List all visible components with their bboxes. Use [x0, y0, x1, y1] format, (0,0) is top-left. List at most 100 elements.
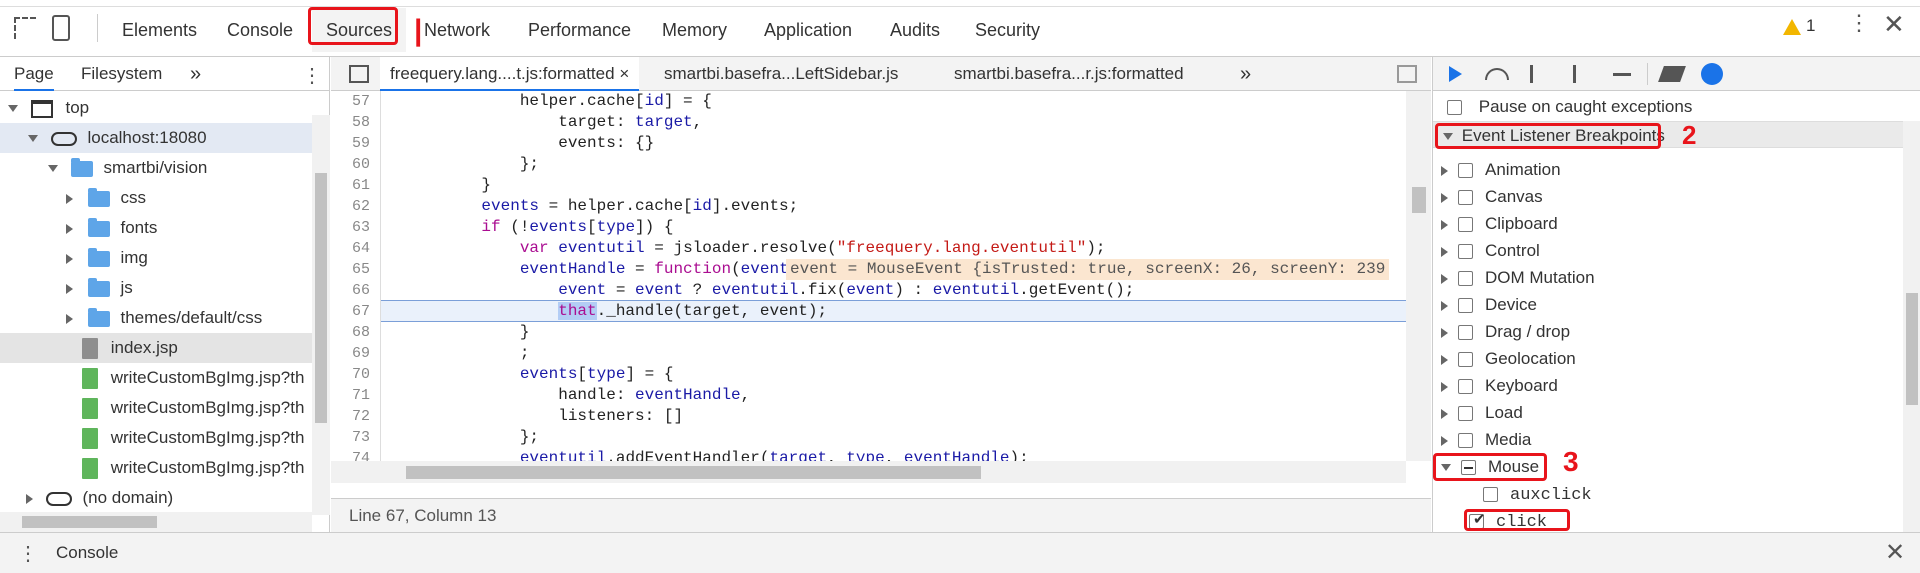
editor-vscrollbar[interactable]	[1406, 91, 1431, 461]
toggle-debugger-icon[interactable]	[1397, 65, 1417, 83]
tab-network[interactable]: Network	[410, 8, 504, 52]
step-over-icon[interactable]	[1485, 68, 1509, 80]
line-number[interactable]: 60	[352, 154, 370, 175]
tree-item-index-jsp[interactable]: index.jsp	[0, 333, 312, 363]
pause-on-exceptions-icon[interactable]	[1701, 63, 1723, 85]
category-keyboard[interactable]: Keyboard	[1433, 372, 1903, 399]
tab-security[interactable]: Security	[961, 8, 1054, 52]
tab-freequery-lang[interactable]: freequery.lang....t.js:formatted ×	[380, 57, 640, 91]
category-checkbox[interactable]	[1458, 244, 1473, 260]
line-number[interactable]: 69	[352, 343, 370, 364]
step-icon[interactable]	[1613, 73, 1631, 76]
tab-page[interactable]: Page	[14, 57, 54, 91]
category-media[interactable]: Media	[1433, 426, 1903, 453]
line-number[interactable]: 62	[352, 196, 370, 217]
close-drawer-icon[interactable]: ✕	[1885, 538, 1905, 567]
scrollbar-thumb[interactable]	[1412, 187, 1426, 213]
navigator-scrollbar[interactable]	[312, 115, 330, 515]
more-tabs-icon[interactable]: »	[190, 57, 201, 91]
line-number[interactable]: 70	[352, 364, 370, 385]
navigator-menu-icon[interactable]: ⋮	[302, 63, 322, 88]
tree-item-js[interactable]: js	[0, 273, 312, 303]
tree-item-file[interactable]: writeCustomBgImg.jsp?th	[0, 423, 312, 453]
step-out-icon[interactable]	[1573, 65, 1576, 83]
line-number[interactable]: 57	[352, 91, 370, 112]
category-control[interactable]: Control	[1433, 237, 1903, 264]
category-load[interactable]: Load	[1433, 399, 1903, 426]
line-number[interactable]: 68	[352, 322, 370, 343]
category-checkbox[interactable]	[1458, 433, 1473, 449]
close-icon[interactable]: ✕	[1883, 9, 1905, 40]
tab-basefra-formatted[interactable]: smartbi.basefra...r.js:formatted	[944, 57, 1194, 91]
tab-console[interactable]: Console	[213, 8, 307, 52]
tree-item-localhost[interactable]: localhost:18080	[0, 123, 312, 153]
event-checkbox[interactable]	[1483, 487, 1498, 503]
category-checkbox[interactable]	[1458, 406, 1473, 422]
category-canvas[interactable]: Canvas	[1433, 183, 1903, 210]
code-area[interactable]: helper.cache[id] = { target: target, eve…	[381, 91, 1406, 483]
warning-count[interactable]: 1	[1806, 16, 1815, 36]
tree-item-file[interactable]: writeCustomBgImg.jsp?th	[0, 453, 312, 483]
line-number[interactable]: 67	[352, 301, 370, 322]
pause-caught-row[interactable]: Pause on caught exceptions	[1433, 93, 1903, 120]
line-number[interactable]: 66	[352, 280, 370, 301]
pause-caught-checkbox[interactable]	[1447, 100, 1462, 116]
line-number[interactable]: 65	[352, 259, 370, 280]
close-tab-icon[interactable]: ×	[619, 64, 629, 83]
resume-icon[interactable]	[1449, 66, 1462, 82]
category-device[interactable]: Device	[1433, 291, 1903, 318]
tab-performance[interactable]: Performance	[514, 8, 645, 52]
category-animation[interactable]: Animation	[1433, 156, 1903, 183]
navigator-hscrollbar[interactable]	[0, 512, 312, 532]
inspect-element-icon[interactable]	[14, 17, 36, 39]
scrollbar-thumb[interactable]	[315, 173, 327, 423]
drawer-menu-icon[interactable]: ⋮	[18, 541, 38, 566]
tree-item-smartbi-vision[interactable]: smartbi/vision	[0, 153, 312, 183]
category-geolocation[interactable]: Geolocation	[1433, 345, 1903, 372]
editor-hscrollbar[interactable]	[331, 461, 1406, 483]
scrollbar-thumb[interactable]	[1906, 293, 1918, 405]
scrollbar-thumb[interactable]	[22, 516, 157, 528]
warning-icon[interactable]	[1783, 19, 1801, 35]
tree-item-fonts[interactable]: fonts	[0, 213, 312, 243]
category-checkbox[interactable]	[1458, 163, 1473, 179]
toggle-navigator-icon[interactable]	[349, 65, 369, 83]
category-checkbox[interactable]	[1458, 271, 1473, 287]
tree-item-file[interactable]: writeCustomBgImg.jsp?th	[0, 363, 312, 393]
line-number[interactable]: 64	[352, 238, 370, 259]
device-toolbar-icon[interactable]	[52, 15, 70, 41]
tree-item-no-domain[interactable]: (no domain)	[0, 483, 312, 513]
tree-item-file[interactable]: writeCustomBgImg.jsp?th	[0, 393, 312, 423]
category-checkbox[interactable]	[1458, 325, 1473, 341]
tab-leftsidebar[interactable]: smartbi.basefra...LeftSidebar.js	[654, 57, 908, 91]
line-number[interactable]: 59	[352, 133, 370, 154]
category-clipboard[interactable]: Clipboard	[1433, 210, 1903, 237]
category-checkbox[interactable]	[1458, 217, 1473, 233]
line-number[interactable]: 71	[352, 385, 370, 406]
debugger-scrollbar[interactable]	[1903, 121, 1920, 532]
tree-item-top[interactable]: top	[0, 93, 312, 123]
event-auxclick[interactable]: auxclick	[1433, 480, 1903, 507]
category-checkbox[interactable]	[1458, 379, 1473, 395]
drawer-console-tab[interactable]: Console	[56, 543, 118, 563]
tree-item-css[interactable]: css	[0, 183, 312, 213]
scrollbar-thumb[interactable]	[406, 466, 981, 479]
tree-item-themes[interactable]: themes/default/css	[0, 303, 312, 333]
category-checkbox[interactable]	[1458, 190, 1473, 206]
tab-filesystem[interactable]: Filesystem	[81, 57, 162, 91]
tab-memory[interactable]: Memory	[648, 8, 741, 52]
tab-elements[interactable]: Elements	[108, 8, 211, 52]
deactivate-breakpoints-icon[interactable]	[1658, 66, 1686, 82]
line-number[interactable]: 73	[352, 427, 370, 448]
line-number[interactable]: 72	[352, 406, 370, 427]
category-drag-drop[interactable]: Drag / drop	[1433, 318, 1903, 345]
line-number[interactable]: 63	[352, 217, 370, 238]
line-number[interactable]: 61	[352, 175, 370, 196]
category-checkbox[interactable]	[1458, 352, 1473, 368]
tree-item-img[interactable]: img	[0, 243, 312, 273]
line-number[interactable]: 58	[352, 112, 370, 133]
category-checkbox[interactable]	[1458, 298, 1473, 314]
tab-audits[interactable]: Audits	[876, 8, 954, 52]
category-dom-mutation[interactable]: DOM Mutation	[1433, 264, 1903, 291]
tab-application[interactable]: Application	[750, 8, 866, 52]
